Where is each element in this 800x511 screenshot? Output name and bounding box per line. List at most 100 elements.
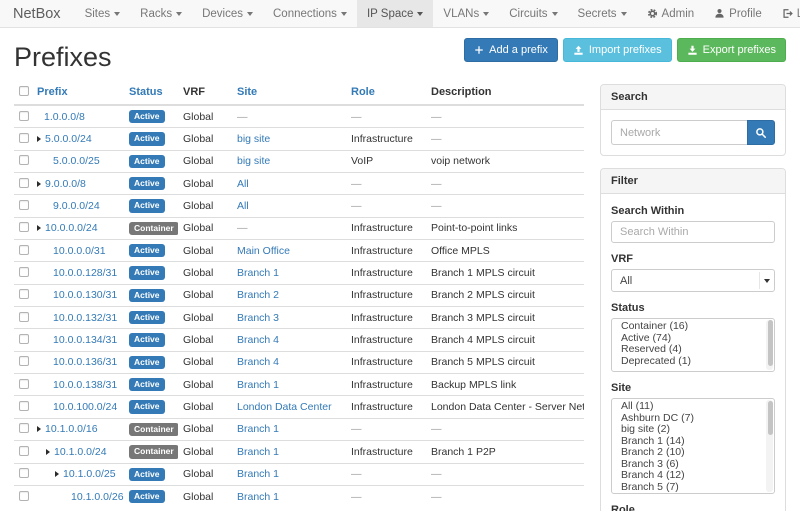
list-option[interactable]: Ashburn DC (7) [612,413,774,425]
vrf-select[interactable]: All [611,269,775,292]
prefix-link[interactable]: 5.0.0.0/25 [53,155,100,167]
row-checkbox[interactable] [19,155,29,165]
row-checkbox[interactable] [19,423,29,433]
prefix-link[interactable]: 9.0.0.0/8 [45,178,86,190]
row-checkbox[interactable] [19,334,29,344]
prefix-link[interactable]: 10.0.0.134/31 [53,334,117,346]
prefix-link[interactable]: 10.0.0.132/31 [53,312,117,324]
nav-item-secrets[interactable]: Secrets [568,0,637,27]
row-checkbox[interactable] [19,356,29,366]
nav-item-connections[interactable]: Connections [263,0,357,27]
row-checkbox[interactable] [19,312,29,322]
list-option[interactable]: Deprecated (1) [612,356,774,368]
list-option[interactable]: Branch 3 (6) [612,459,774,471]
vrf-cell: Global [183,423,213,435]
site-link[interactable]: Branch 1 [237,468,279,480]
brand[interactable]: NetBox [0,0,75,27]
nav-item-label: Circuits [509,8,547,20]
list-option[interactable]: COLO-1-24 (3) [612,493,774,494]
nav-item-circuits[interactable]: Circuits [499,0,567,27]
nav-item-racks[interactable]: Racks [130,0,192,27]
search-input[interactable] [611,120,747,145]
site-link[interactable]: Branch 1 [237,267,279,279]
scrollbar-thumb[interactable] [768,401,773,435]
row-checkbox[interactable] [19,491,29,501]
description-cell: — [431,200,442,212]
row-checkbox[interactable] [19,200,29,210]
select-all-checkbox[interactable] [19,86,29,96]
site-link[interactable]: Branch 1 [237,446,279,458]
prefix-link[interactable]: 10.1.0.0/26 [71,491,124,503]
row-checkbox[interactable] [19,401,29,411]
nav-item-profile[interactable]: Profile [704,0,772,27]
list-option[interactable]: Reserved (4) [612,344,774,356]
list-option[interactable]: Active (74) [612,333,774,345]
nav-item-ip-space[interactable]: IP Space [357,0,433,27]
row-checkbox[interactable] [19,245,29,255]
list-option[interactable]: All (11) [612,401,774,413]
prefix-link[interactable]: 10.0.0.0/24 [45,222,98,234]
row-checkbox[interactable] [19,289,29,299]
list-option[interactable]: Container (16) [612,321,774,333]
site-link[interactable]: big site [237,155,270,167]
prefix-link[interactable]: 10.0.0.136/31 [53,356,117,368]
nav-item-label: VLANs [443,8,479,20]
prefix-link[interactable]: 10.0.100.0/24 [53,401,117,413]
site-link[interactable]: big site [237,133,270,145]
site-link[interactable]: Branch 1 [237,379,279,391]
prefix-link[interactable]: 1.0.0.0/8 [44,111,85,123]
site-link[interactable]: Branch 4 [237,356,279,368]
export-prefixes-button[interactable]: Export prefixes [677,38,786,62]
nav-item-devices[interactable]: Devices [192,0,263,27]
row-checkbox[interactable] [19,379,29,389]
site-link[interactable]: Branch 2 [237,289,279,301]
list-option[interactable]: big site (2) [612,424,774,436]
row-checkbox[interactable] [19,468,29,478]
site-link[interactable]: Branch 4 [237,334,279,346]
nav-item-admin[interactable]: Admin [637,0,705,27]
site-link[interactable]: London Data Center [237,401,332,413]
row-checkbox[interactable] [19,446,29,456]
vrf-cell: Global [183,356,213,368]
site-link[interactable]: Branch 1 [237,491,279,503]
prefix-link[interactable]: 10.1.0.0/24 [54,446,107,458]
row-checkbox[interactable] [19,222,29,232]
search-button[interactable] [747,120,775,145]
prefix-link[interactable]: 9.0.0.0/24 [53,200,100,212]
table-header-row: PrefixStatusVRFSiteRoleDescription [14,81,584,105]
nav-item-sites[interactable]: Sites [75,0,131,27]
prefix-link[interactable]: 10.1.0.0/16 [45,423,98,435]
list-option[interactable]: Branch 1 (14) [612,436,774,448]
row-checkbox[interactable] [19,267,29,277]
row-checkbox[interactable] [19,111,29,121]
scrollbar-thumb[interactable] [768,320,773,366]
column-header-role[interactable]: Role [351,86,375,98]
nav-item-log-out[interactable]: Log out [772,0,800,27]
row-checkbox[interactable] [19,178,29,188]
filter-input-search-within[interactable] [611,221,775,243]
add-a-prefix-button[interactable]: Add a prefix [464,38,558,62]
import-prefixes-button[interactable]: Import prefixes [563,38,672,62]
column-header-site[interactable]: Site [237,86,257,98]
site-link[interactable]: Branch 3 [237,312,279,324]
prefix-link[interactable]: 10.0.0.138/31 [53,379,117,391]
prefix-link[interactable]: 5.0.0.0/24 [45,133,92,145]
column-header-status[interactable]: Status [129,86,163,98]
nav-item-vlans[interactable]: VLANs [433,0,499,27]
row-checkbox[interactable] [19,133,29,143]
prefix-link[interactable]: 10.1.0.0/25 [63,468,116,480]
column-header-prefix[interactable]: Prefix [37,86,68,98]
site-link[interactable]: Main Office [237,245,290,257]
site-link[interactable]: All [237,178,249,190]
site-link[interactable]: Branch 1 [237,423,279,435]
list-option[interactable]: Branch 4 (12) [612,470,774,482]
prefix-link[interactable]: 10.0.0.128/31 [53,267,117,279]
site-link[interactable]: All [237,200,249,212]
prefix-link[interactable]: 10.0.0.0/31 [53,245,106,257]
status-listbox[interactable]: Container (16)Active (74)Reserved (4)Dep… [611,318,775,372]
list-option[interactable]: Branch 2 (10) [612,447,774,459]
prefix-link[interactable]: 10.0.0.130/31 [53,289,117,301]
site-listbox[interactable]: All (11)Ashburn DC (7)big site (2)Branch… [611,398,775,494]
status-badge: Active [129,155,165,168]
list-option[interactable]: Branch 5 (7) [612,482,774,494]
